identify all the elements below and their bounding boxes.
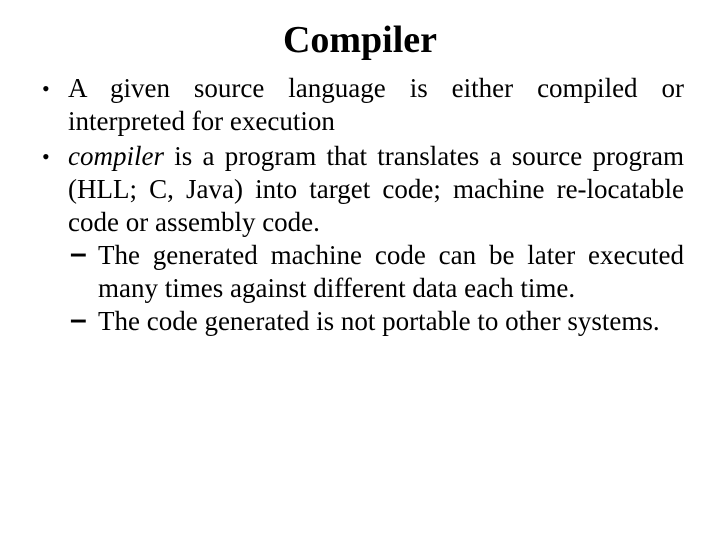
- bullet-2-emphasis: compiler: [68, 141, 164, 171]
- slide-title: Compiler: [36, 18, 684, 62]
- slide: Compiler A given source language is eith…: [0, 0, 720, 540]
- bullet-item-2: compiler is a program that translates a …: [36, 140, 684, 338]
- sub-bullet-2: The code generated is not portable to ot…: [68, 305, 684, 338]
- sub-bullet-1: The generated machine code can be later …: [68, 239, 684, 305]
- bullet-list: A given source language is either compil…: [36, 72, 684, 338]
- bullet-item-1: A given source language is either compil…: [36, 72, 684, 138]
- sub-bullet-list: The generated machine code can be later …: [68, 239, 684, 338]
